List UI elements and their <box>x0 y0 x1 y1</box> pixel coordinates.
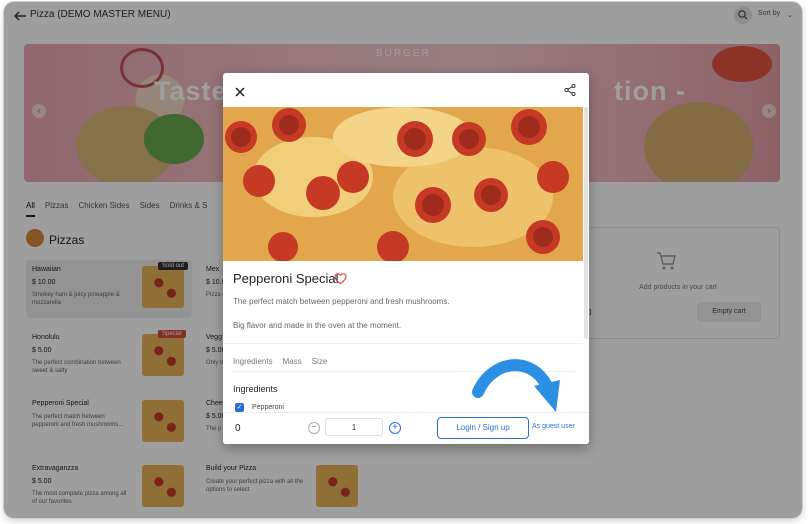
curved-arrow-icon <box>472 359 560 412</box>
pizza-photo <box>223 107 583 261</box>
share-icon[interactable] <box>563 83 577 97</box>
tab-size[interactable]: Size <box>312 357 328 366</box>
order-total: 0 <box>235 423 241 434</box>
increase-quantity-button[interactable]: + <box>389 422 401 434</box>
ingredients-heading: Ingredients <box>233 384 278 394</box>
product-description: The perfect match between pepperoni and … <box>233 297 450 306</box>
guest-user-link[interactable]: As guest user <box>532 423 575 430</box>
decrease-quantity-button[interactable]: − <box>308 422 320 434</box>
close-icon[interactable] <box>233 85 247 99</box>
product-title: Pepperoni Special <box>233 271 339 286</box>
tab-mass[interactable]: Mass <box>283 357 302 366</box>
quantity-input[interactable] <box>325 418 383 436</box>
tab-ingredients[interactable]: Ingredients <box>233 357 273 366</box>
heart-icon[interactable] <box>334 272 347 285</box>
divider <box>223 343 583 344</box>
product-description-extra: Big flavor and made in the oven at the m… <box>233 321 402 330</box>
app-window: Pizza (DEMO MASTER MENU) Sort by ⌄ BURGE… <box>4 2 802 518</box>
scrollbar[interactable] <box>584 107 588 339</box>
login-signup-button[interactable]: Login / Sign up <box>437 417 529 439</box>
modal-footer: 0 − + Login / Sign up As guest user <box>223 412 589 444</box>
ingredient-label: Pepperoni <box>252 404 284 411</box>
ingredient-checkbox[interactable]: ✓ <box>235 403 244 412</box>
detail-tabs: Ingredients Mass Size <box>233 357 327 366</box>
